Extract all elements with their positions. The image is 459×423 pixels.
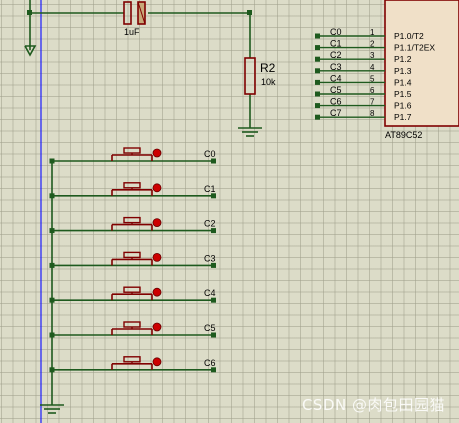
- net-terminal: [211, 332, 216, 338]
- switch-cap: [123, 321, 141, 328]
- junction-dot: [27, 10, 32, 15]
- net-label: C2: [330, 50, 342, 60]
- pin-name: P1.5: [394, 89, 412, 99]
- junction-dot: [49, 367, 55, 373]
- net-terminal: [315, 91, 320, 97]
- push-button-row: C0: [49, 147, 216, 164]
- junction-dot: [49, 262, 55, 268]
- schematic-svg: 1uF R2 10k AT89C52 C0 1 P1.0/T2 C1 2 P1.1/T2E…: [24, 0, 459, 423]
- net-terminal: [315, 103, 320, 109]
- pin-state-dot: [152, 148, 162, 158]
- net-label: C6: [330, 97, 342, 107]
- button-net-label: C6: [204, 358, 216, 368]
- capacitor-c: [123, 1, 146, 25]
- pin-number: 4: [370, 63, 375, 72]
- button-net-label: C4: [204, 288, 216, 298]
- junction-dot: [49, 158, 55, 164]
- pin-state-dot: [152, 252, 162, 262]
- push-button-row: C3: [49, 251, 216, 268]
- switch-cap: [123, 286, 141, 293]
- button-net-label: C0: [204, 149, 216, 159]
- pin-number: 5: [370, 74, 375, 83]
- junction-dot: [247, 10, 252, 15]
- button-net-label: C2: [204, 219, 216, 229]
- push-button-row: C5: [49, 321, 216, 338]
- switch-cap: [123, 147, 141, 154]
- capacitor-value: 1uF: [124, 27, 140, 37]
- watermark: CSDN @肉包田园猫: [301, 396, 445, 414]
- pin-state-dot: [152, 287, 162, 297]
- push-button-row: C4: [49, 286, 216, 303]
- net-terminal: [315, 45, 320, 51]
- pin-name: P1.1/T2EX: [394, 43, 435, 53]
- switch-cap: [123, 182, 141, 189]
- junction-dot: [49, 332, 55, 338]
- mcu-part-label: AT89C52: [385, 130, 422, 140]
- net-terminal: [315, 79, 320, 85]
- push-button-row: C2: [49, 216, 216, 234]
- junction-dot: [49, 193, 55, 199]
- switch-cap: [123, 216, 141, 224]
- junction-dot: [49, 228, 55, 234]
- net-terminal: [211, 262, 216, 268]
- push-button-row: C1: [49, 182, 216, 199]
- net-terminal: [211, 158, 216, 164]
- pin-state-dot: [152, 357, 162, 367]
- pin-number: 3: [370, 51, 375, 60]
- net-terminal: [211, 193, 216, 199]
- ground-symbol-resistor: [238, 127, 262, 137]
- pin-name: P1.4: [394, 77, 412, 87]
- net-terminal: [315, 33, 320, 39]
- pin-number: 2: [370, 40, 375, 49]
- pin-name: P1.7: [394, 112, 412, 122]
- pin-name: P1.3: [394, 66, 412, 76]
- net-label: C7: [330, 108, 342, 118]
- push-button-row: C6: [49, 356, 216, 373]
- switch-cap: [123, 251, 141, 259]
- net-terminal: [315, 56, 320, 62]
- net-label: C5: [330, 85, 342, 95]
- junction-dot: [49, 297, 55, 303]
- net-label: C4: [330, 73, 342, 83]
- pin-name: P1.2: [394, 54, 412, 64]
- resistor-value: 10k: [261, 77, 276, 87]
- button-net-label: C3: [204, 253, 216, 263]
- switch-cap: [123, 356, 141, 363]
- pin-number: 7: [370, 98, 375, 107]
- pin-name: P1.6: [394, 101, 412, 111]
- pin-state-dot: [152, 218, 162, 228]
- net-terminal: [315, 114, 320, 120]
- button-net-label: C1: [204, 184, 216, 194]
- resistor-r2: [244, 57, 256, 95]
- pin-number: 6: [370, 86, 375, 95]
- net-terminal: [211, 297, 216, 303]
- net-label: C0: [330, 27, 342, 37]
- net-label: C1: [330, 39, 342, 49]
- net-terminal: [315, 68, 320, 74]
- pin-number: 8: [370, 109, 375, 118]
- net-label: C3: [330, 62, 342, 72]
- net-terminal: [211, 367, 216, 373]
- pin-name: P1.0/T2: [394, 31, 424, 41]
- button-net-label: C5: [204, 323, 216, 333]
- pin-state-dot: [152, 322, 162, 332]
- net-terminal: [211, 228, 216, 234]
- ground-symbol-bottom: [40, 400, 64, 414]
- pin-number: 1: [370, 28, 375, 37]
- pin-state-dot: [152, 183, 162, 193]
- resistor-ref: R2: [260, 61, 276, 75]
- schematic-canvas: 1uF R2 10k AT89C52 C0 1 P1.0/T2 C1 2 P1.1/T2E…: [0, 0, 459, 423]
